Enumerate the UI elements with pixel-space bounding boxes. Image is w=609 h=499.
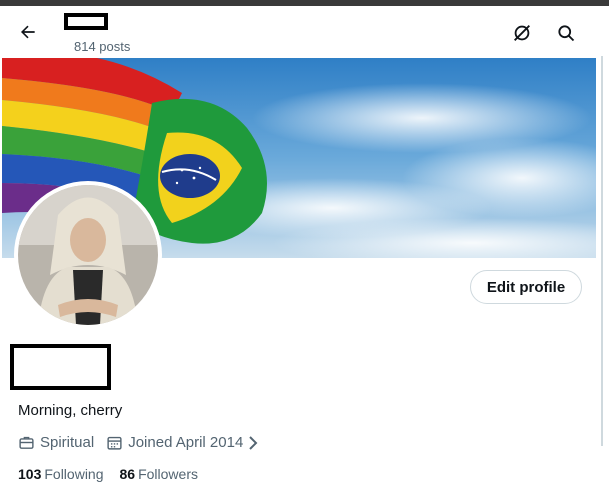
search-icon (558, 25, 575, 42)
briefcase-icon (19, 436, 34, 449)
profile-header: 814 posts (0, 6, 609, 58)
profile-bio: Morning, cherry (18, 402, 123, 419)
followers-count: 86 (119, 466, 136, 482)
back-button[interactable] (11, 15, 45, 49)
posts-count: 814 posts (74, 39, 131, 54)
avatar[interactable] (18, 185, 158, 325)
edit-profile-button[interactable]: Edit profile (470, 270, 582, 304)
follow-stats: 103 Following 86 Followers (18, 466, 214, 482)
following-link[interactable]: 103 Following (18, 466, 104, 482)
followers-label: Followers (138, 466, 198, 482)
chevron-right-icon (249, 435, 258, 450)
redacted-display-name (10, 344, 111, 390)
joined-item[interactable]: Joined April 2014 (106, 434, 264, 451)
column-border (601, 56, 603, 446)
no-space-button[interactable] (505, 16, 539, 50)
redacted-username (64, 13, 108, 30)
search-button[interactable] (549, 16, 583, 50)
profile-meta: Spiritual Joined April 2014 (18, 434, 276, 451)
calendar-icon (107, 436, 122, 450)
joined-label: Joined April 2014 (128, 434, 244, 451)
category-label: Spiritual (40, 434, 95, 451)
category-item: Spiritual (18, 434, 94, 451)
no-space-icon (514, 25, 530, 41)
arrow-left-icon (21, 25, 35, 39)
followers-link[interactable]: 86 Followers (120, 466, 198, 482)
following-count: 103 (18, 466, 42, 482)
following-label: Following (44, 466, 104, 482)
